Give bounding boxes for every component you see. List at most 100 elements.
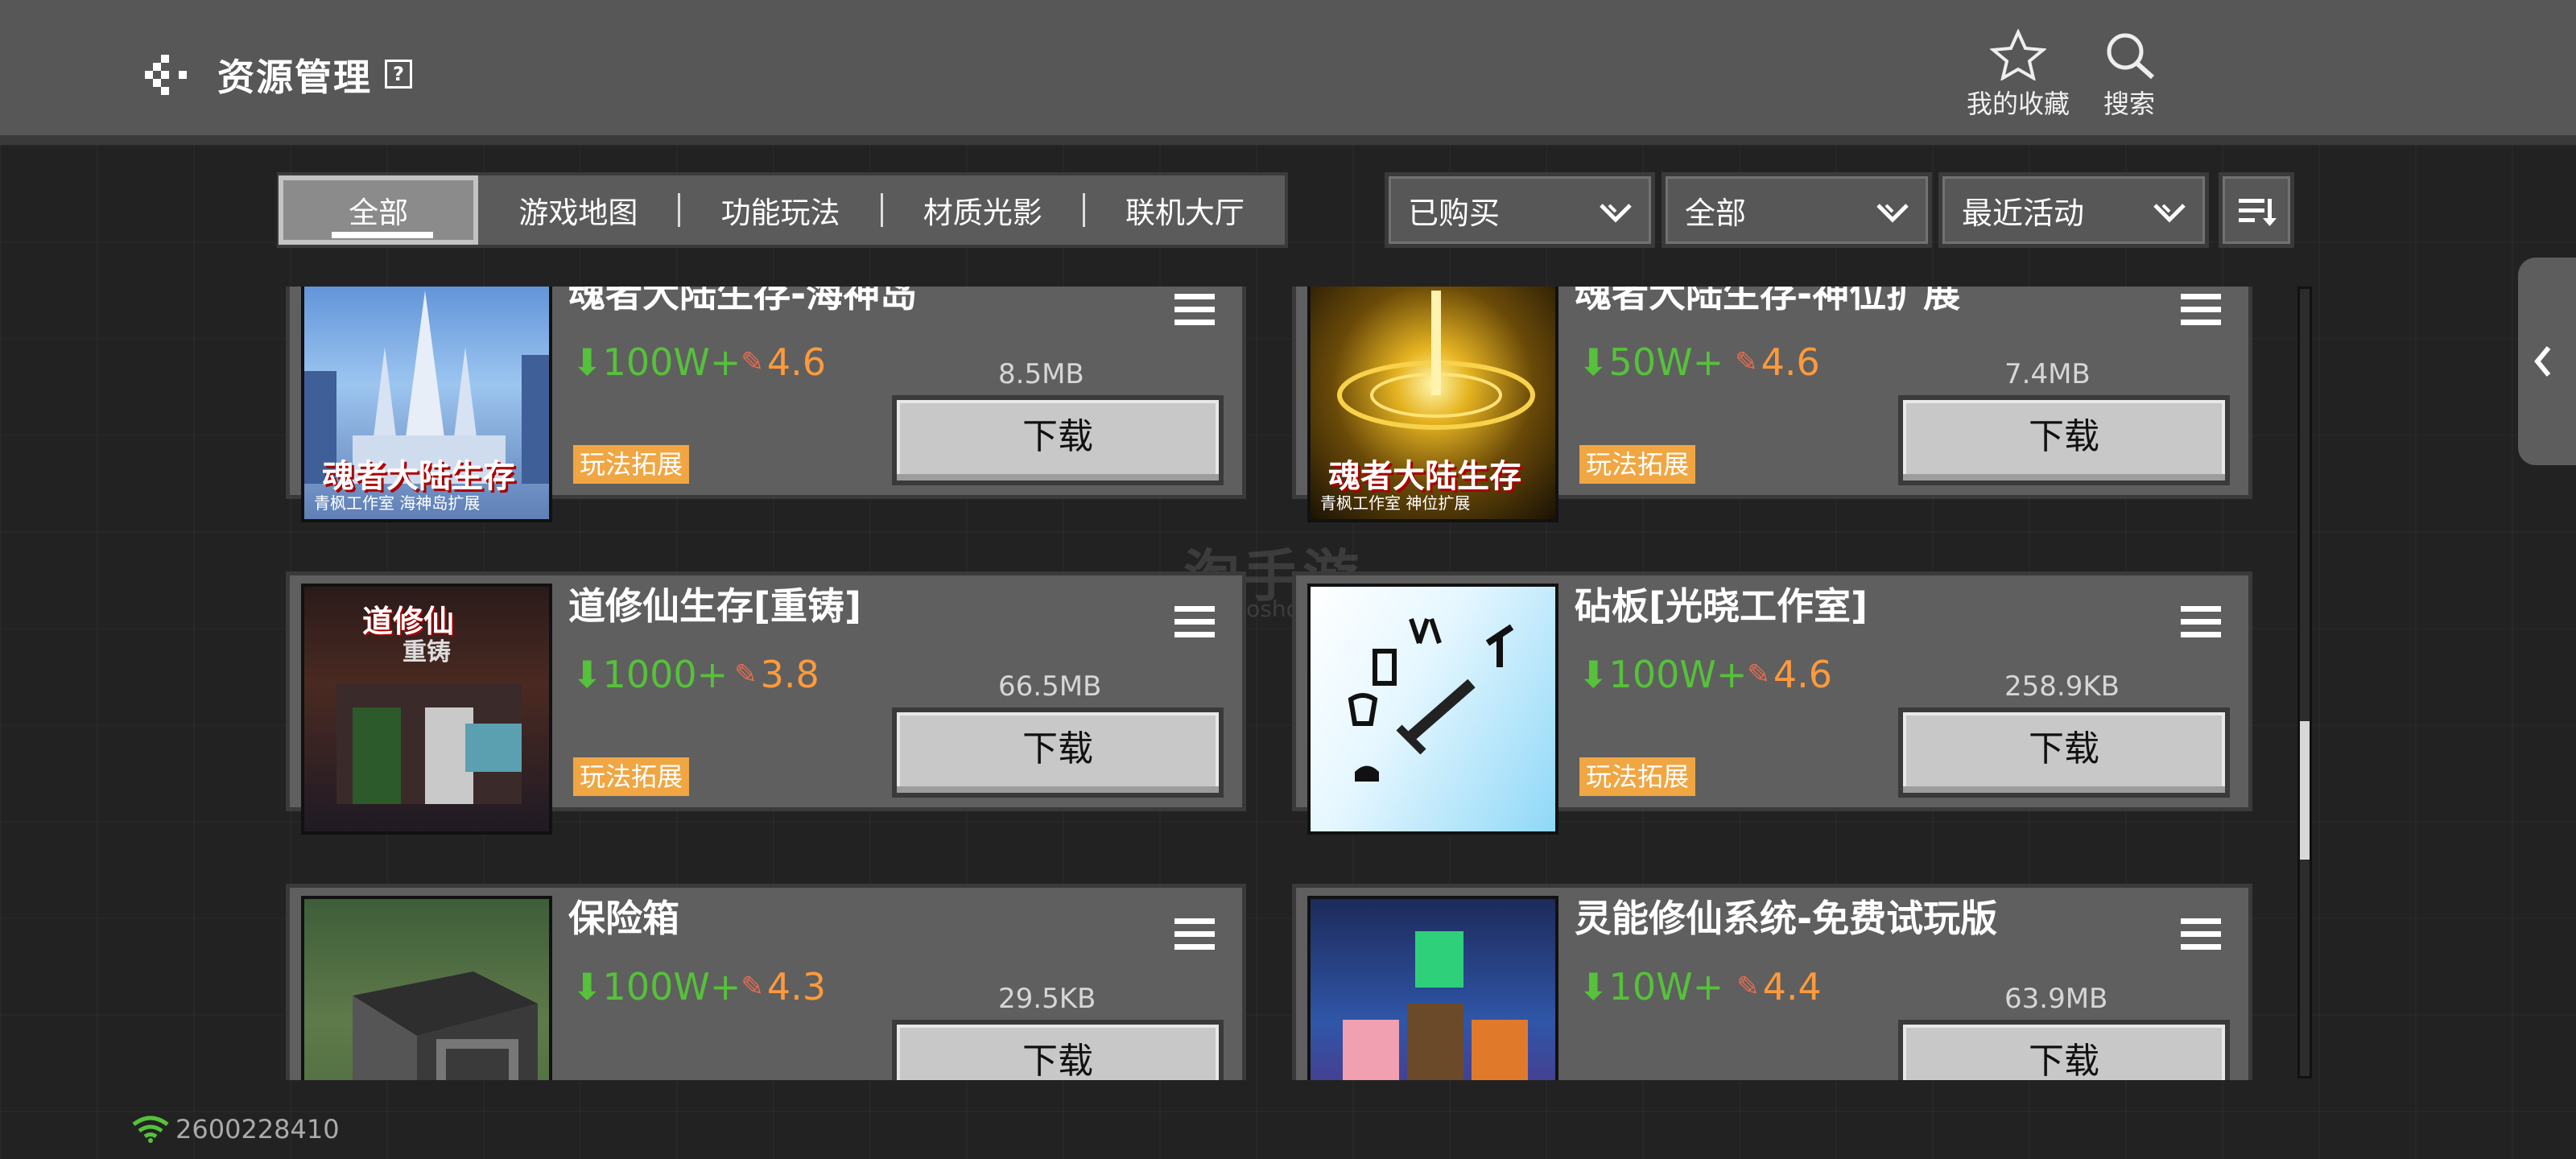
download-button[interactable]: 下载 xyxy=(892,707,1224,798)
download-count: 100W+ xyxy=(1608,653,1748,696)
menu-icon[interactable] xyxy=(1174,606,1215,638)
item-stats: ⬇ 10W+ ✎ 4.4 xyxy=(1578,965,1822,1008)
thumbnail-subtitle: 重铸 xyxy=(402,638,451,666)
download-button[interactable]: 下载 xyxy=(1898,395,2230,485)
file-size: 66.5MB xyxy=(998,670,1102,703)
download-count: 100W+ xyxy=(602,965,741,1008)
rating-value: 4.3 xyxy=(766,965,827,1008)
search-button[interactable]: 搜索 xyxy=(2093,29,2165,121)
file-size: 258.9KB xyxy=(2004,670,2120,703)
download-arrow-icon: ⬇ xyxy=(1578,965,1609,1008)
wifi-icon xyxy=(132,1116,169,1143)
network-id: 2600228410 xyxy=(175,1114,340,1145)
list-item[interactable]: 砧板[光晓工作室] ⬇ 100W+ ✎ 4.6 258.9KB 下载 玩法拓展 xyxy=(1292,571,2252,835)
list-item[interactable]: 魂者大陆生存 青枫工作室 神位扩展 魂者大陆生存-神位扩展 ⬇ 50W+ ✎ 4… xyxy=(1292,287,2252,522)
item-name: 魂者大陆生存-神位扩展 xyxy=(1575,287,1961,316)
category-tag: 玩法拓展 xyxy=(1579,757,1696,796)
thumbnail-subtitle: 青枫工作室 海神岛扩展 xyxy=(314,493,481,513)
item-stats: ⬇ 100W+ ✎ 4.6 xyxy=(1578,653,1832,696)
category-tag: 玩法拓展 xyxy=(1579,445,1696,484)
rating-value: 4.6 xyxy=(1773,653,1833,696)
list-item[interactable]: 保险箱 ⬇ 100W+ ✎ 4.3 29.5KB 下载 xyxy=(286,884,1246,1080)
rating-value: 4.6 xyxy=(1761,340,1820,384)
item-stats: ⬇ 1000+ ✎ 3.8 xyxy=(572,653,819,696)
category-tag: 玩法拓展 xyxy=(573,445,690,484)
category-tag: 玩法拓展 xyxy=(573,757,690,796)
menu-icon[interactable] xyxy=(2181,606,2221,638)
download-arrow-icon: ⬇ xyxy=(572,965,603,1008)
chevron-left-icon xyxy=(2534,346,2551,377)
top-bar-shadow xyxy=(0,135,2576,145)
rating-value: 3.8 xyxy=(760,653,819,696)
item-stats: ⬇ 50W+ ✎ 4.6 xyxy=(1578,340,1820,384)
rating-value: 4.6 xyxy=(766,340,827,384)
rating-icon: ✎ xyxy=(734,658,758,691)
sort-order-icon xyxy=(2239,199,2277,226)
help-icon[interactable]: ? xyxy=(385,60,412,89)
item-stats: ⬇ 100W+ ✎ 4.6 xyxy=(572,340,826,384)
download-count: 10W+ xyxy=(1608,965,1724,1008)
download-count: 50W+ xyxy=(1608,340,1724,384)
chevron-down-icon xyxy=(2153,204,2186,223)
file-size: 63.9MB xyxy=(2004,983,2108,1015)
tab-game-maps[interactable]: 游戏地图 xyxy=(478,175,678,245)
page-title: 资源管理 xyxy=(217,56,372,99)
tab-textures[interactable]: 材质光影 xyxy=(883,175,1083,245)
rating-value: 4.4 xyxy=(1762,965,1822,1008)
rating-icon: ✎ xyxy=(1736,971,1760,1003)
tab-multiplayer[interactable]: 联机大厅 xyxy=(1085,175,1285,245)
resource-list: 魂者大陆生存 青枫工作室 海神岛扩展 魂者大陆生存-海神岛 ⬇ 100W+ ✎ … xyxy=(286,287,2254,1080)
purchase-filter-dropdown[interactable]: 已购买 xyxy=(1385,172,1655,248)
category-filter-value: 全部 xyxy=(1685,195,1747,231)
scrollbar[interactable] xyxy=(2297,287,2312,1079)
menu-icon[interactable] xyxy=(1174,918,1215,951)
chevron-down-icon xyxy=(1600,204,1632,223)
download-arrow-icon: ⬇ xyxy=(572,653,603,696)
download-button[interactable]: 下载 xyxy=(892,395,1224,485)
favorites-button[interactable]: 我的收藏 xyxy=(1958,29,2079,121)
item-name: 魂者大陆生存-海神岛 xyxy=(568,287,918,316)
side-panel-toggle[interactable] xyxy=(2518,258,2576,465)
list-item[interactable]: 道修仙 重铸 道修仙生存[重铸] ⬇ 1000+ ✎ 3.8 66.5MB 下载… xyxy=(286,571,1246,835)
rating-icon: ✎ xyxy=(741,971,764,1003)
scrollbar-thumb[interactable] xyxy=(2300,721,2310,860)
back-icon[interactable] xyxy=(138,53,195,97)
category-filter-dropdown[interactable]: 全部 xyxy=(1662,172,1932,248)
search-icon xyxy=(2107,33,2155,80)
rating-icon: ✎ xyxy=(1747,658,1770,691)
download-button[interactable]: 下载 xyxy=(1898,707,2230,798)
download-count: 100W+ xyxy=(602,340,741,384)
download-button[interactable]: 下载 xyxy=(892,1020,1224,1080)
file-size: 8.5MB xyxy=(998,358,1084,390)
download-arrow-icon: ⬇ xyxy=(572,340,603,384)
download-arrow-icon: ⬇ xyxy=(1578,653,1609,696)
menu-icon[interactable] xyxy=(1174,294,1215,326)
network-status: 2600228410 xyxy=(130,1114,340,1145)
item-name: 保险箱 xyxy=(568,897,679,940)
purchase-filter-value: 已购买 xyxy=(1408,195,1501,231)
file-size: 29.5KB xyxy=(998,983,1096,1015)
download-button[interactable]: 下载 xyxy=(1898,1020,2230,1080)
tab-gameplay[interactable]: 功能玩法 xyxy=(680,175,880,245)
tab-all[interactable]: 全部 xyxy=(279,175,479,245)
menu-icon[interactable] xyxy=(2181,294,2221,326)
list-item[interactable]: 灵能修仙系统-免费试玩版 ⬇ 10W+ ✎ 4.4 63.9MB 下载 xyxy=(1292,884,2252,1080)
sort-order-button[interactable] xyxy=(2219,172,2294,248)
search-label: 搜索 xyxy=(2103,89,2155,119)
download-count: 1000+ xyxy=(602,653,729,696)
rating-icon: ✎ xyxy=(1735,346,1758,378)
chevron-down-icon xyxy=(1876,204,1909,223)
list-item[interactable]: 魂者大陆生存 青枫工作室 海神岛扩展 魂者大陆生存-海神岛 ⬇ 100W+ ✎ … xyxy=(286,287,1246,522)
sort-dropdown[interactable]: 最近活动 xyxy=(1938,172,2209,248)
item-name: 道修仙生存[重铸] xyxy=(568,584,862,628)
star-icon xyxy=(1990,29,2046,80)
category-tabs: 全部 游戏地图 功能玩法 材质光影 联机大厅 xyxy=(277,172,1288,248)
item-thumbnail xyxy=(1307,896,1558,1080)
rating-icon: ✎ xyxy=(741,346,764,378)
favorites-label: 我的收藏 xyxy=(1966,89,2070,119)
item-name: 灵能修仙系统-免费试玩版 xyxy=(1575,897,1998,940)
item-thumbnail xyxy=(301,896,552,1080)
download-arrow-icon: ⬇ xyxy=(1578,340,1609,384)
menu-icon[interactable] xyxy=(2181,918,2221,951)
sort-value: 最近活动 xyxy=(1962,195,2085,231)
